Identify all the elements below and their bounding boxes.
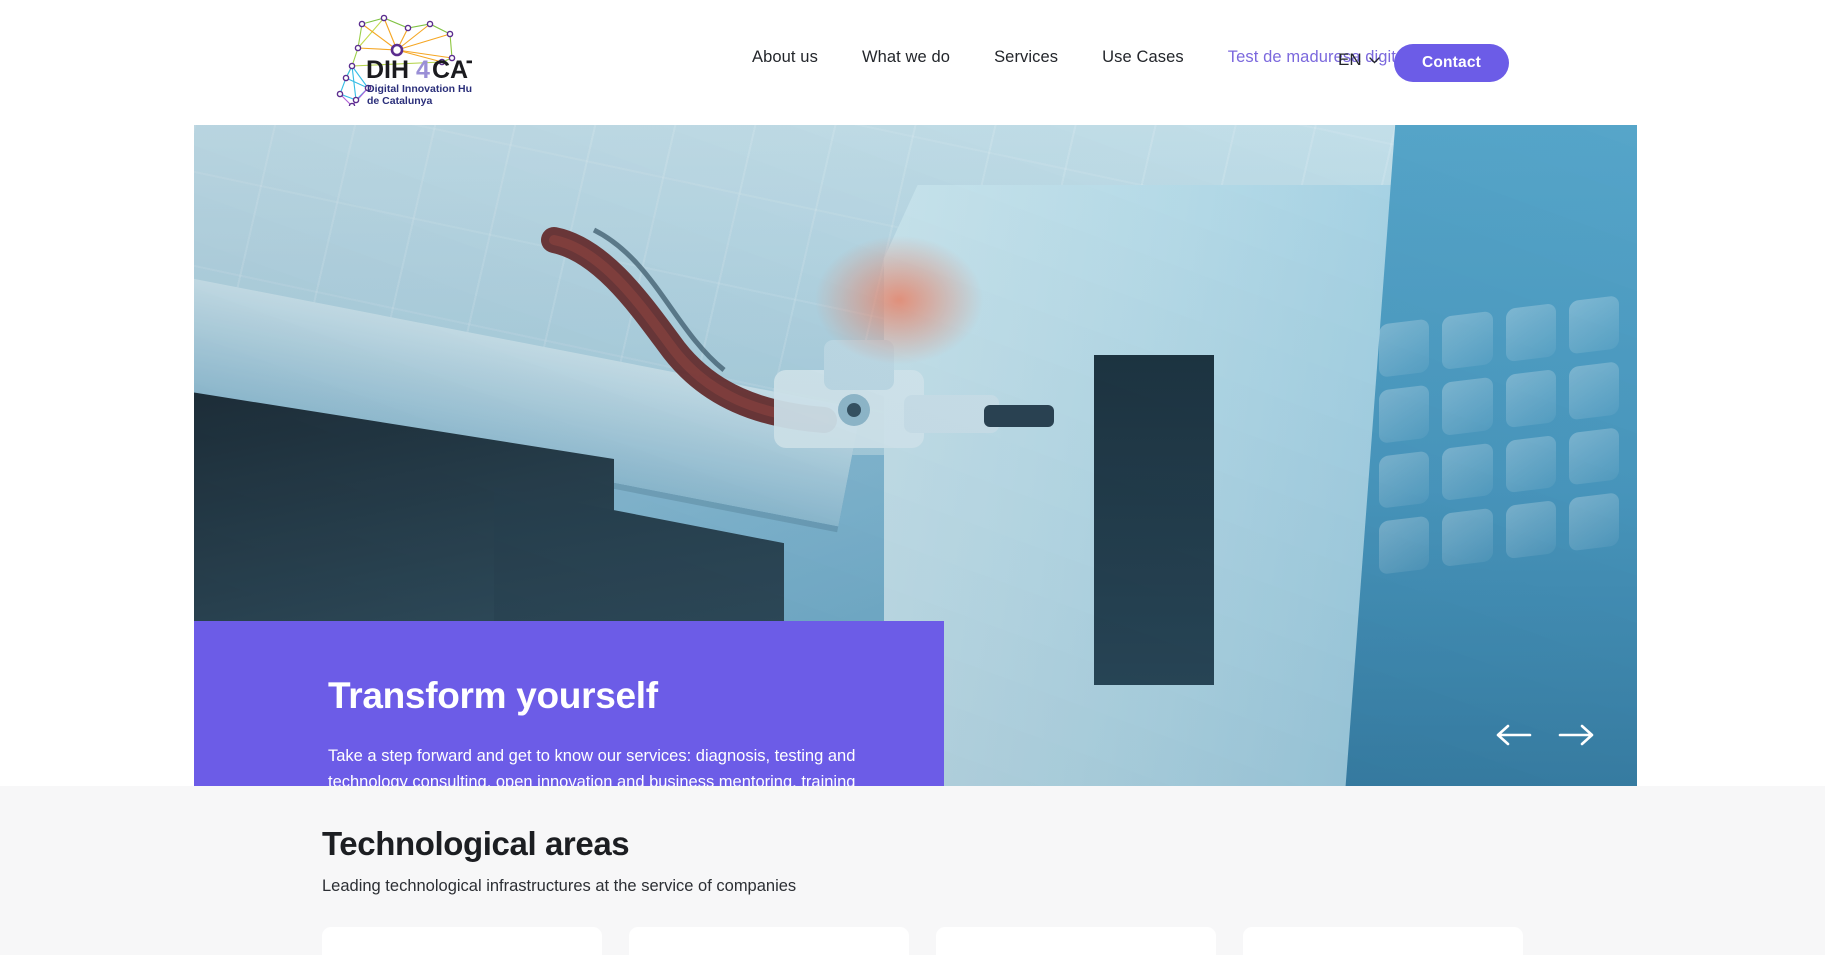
arrow-right-icon [1558, 724, 1594, 746]
technological-areas-header: Technological areas Leading technologica… [322, 825, 796, 896]
technological-area-card[interactable] [936, 927, 1216, 955]
logo-tagline-line1: Digital Innovation Hub [367, 83, 472, 95]
language-label: EN [1338, 50, 1362, 69]
language-selector[interactable]: EN [1338, 50, 1380, 70]
nav-item-services[interactable]: Services [972, 48, 1080, 67]
nav-item-about-us[interactable]: About us [730, 48, 840, 67]
section-title: Technological areas [322, 825, 630, 862]
logo-text-4: 4 [416, 56, 430, 84]
homepage: DIH 4 CAT Digital Innovation Hub de Cata… [0, 0, 1825, 955]
main-navigation: About us What we do Services Use Cases T… [730, 48, 1431, 67]
hero-carousel: Transform yourself Take a step forward a… [194, 125, 1637, 786]
carousel-controls [1493, 722, 1597, 748]
carousel-prev-button[interactable] [1493, 722, 1533, 748]
hero-text-panel: Transform yourself Take a step forward a… [194, 621, 944, 786]
arrow-left-icon [1496, 724, 1532, 746]
logo-text-dih: DIH [366, 56, 409, 84]
technological-area-card-list [322, 927, 1523, 955]
nav-item-what-we-do[interactable]: What we do [840, 48, 972, 67]
dih4cat-logo[interactable]: DIH 4 CAT Digital Innovation Hub de Cata… [322, 14, 472, 106]
nav-item-use-cases[interactable]: Use Cases [1080, 48, 1206, 67]
technological-area-card[interactable] [629, 927, 909, 955]
logo-tagline-line2: de Catalunya [367, 95, 433, 106]
logo-text-cat: CAT [432, 56, 472, 84]
carousel-next-button[interactable] [1557, 722, 1597, 748]
contact-button[interactable]: Contact [1394, 44, 1509, 82]
technological-area-card[interactable] [1243, 927, 1523, 955]
technological-areas-section: Technological areas Leading technologica… [0, 786, 1825, 955]
hero-description: Take a step forward and get to know our … [328, 747, 856, 786]
technological-area-card[interactable] [322, 927, 602, 955]
section-subtitle: Leading technological infrastructures at… [322, 877, 797, 895]
hero-title: Transform yourself [328, 675, 658, 716]
chevron-down-icon [1368, 56, 1380, 63]
logo-graphic: DIH 4 CAT Digital Innovation Hub de Cata… [336, 14, 472, 106]
site-header: DIH 4 CAT Digital Innovation Hub de Cata… [0, 0, 1825, 125]
